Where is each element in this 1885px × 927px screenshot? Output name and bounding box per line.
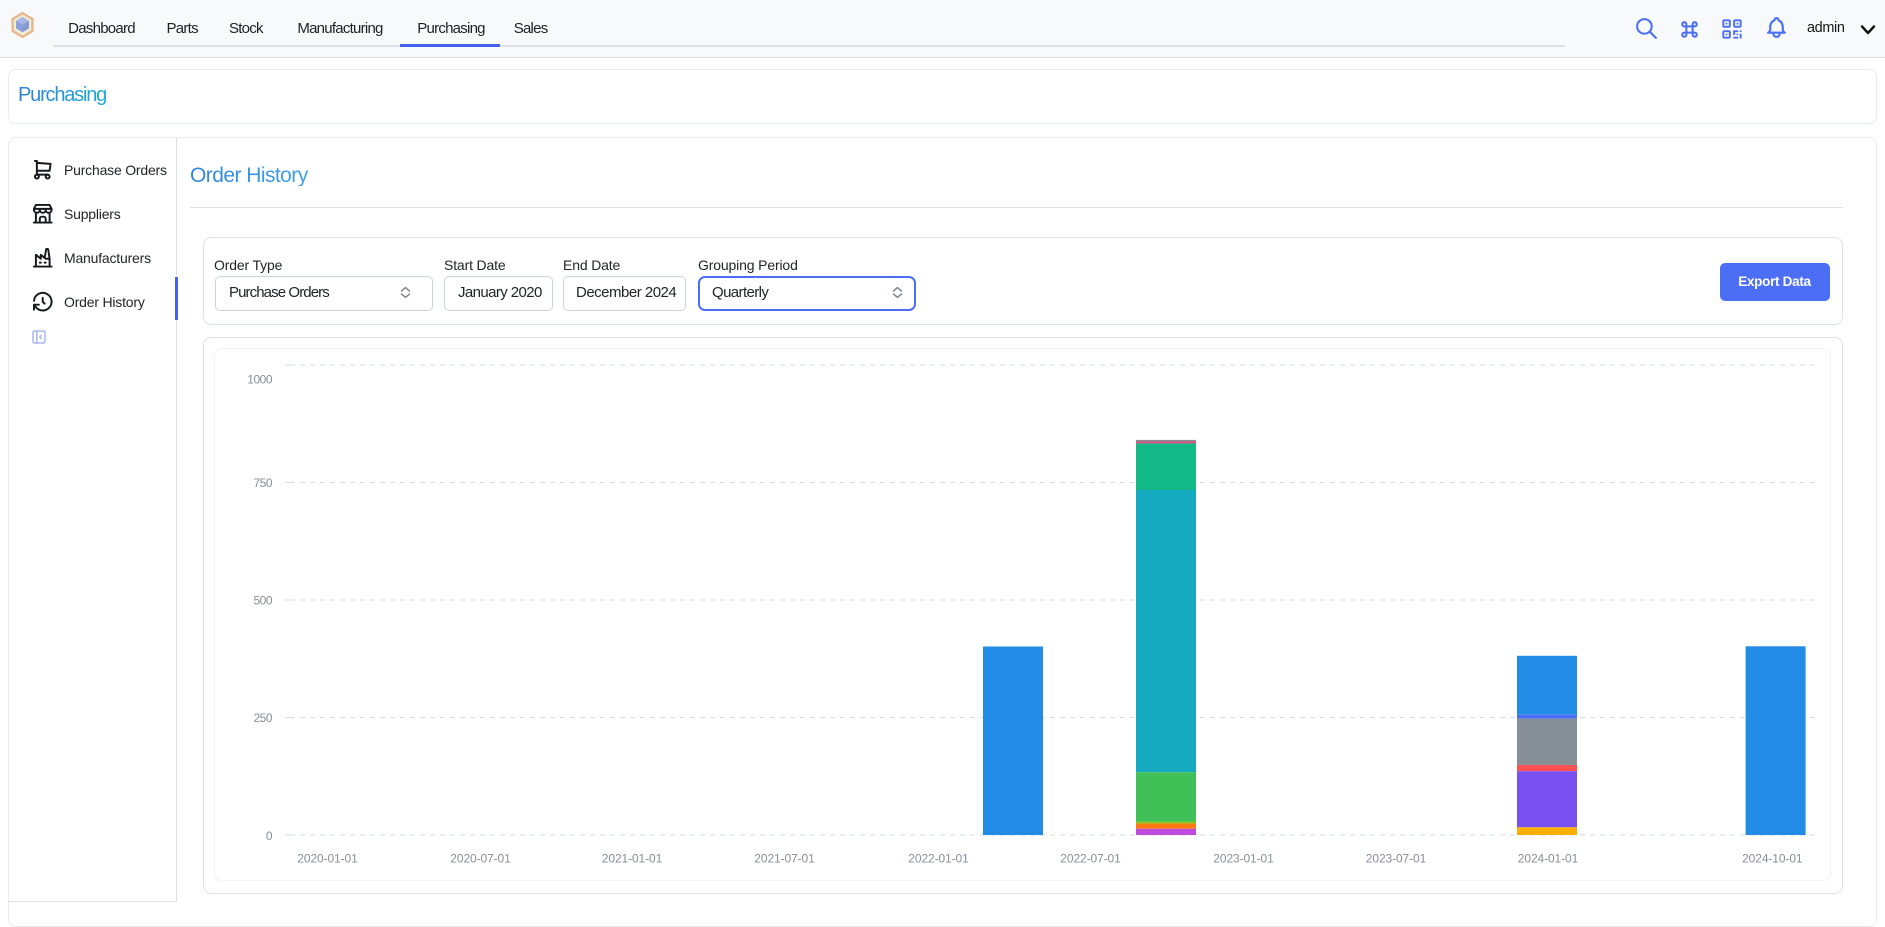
svg-text:2021-01-01: 2021-01-01 <box>602 851 663 865</box>
svg-text:0: 0 <box>266 829 273 843</box>
svg-text:2024-01-01: 2024-01-01 <box>1518 851 1579 865</box>
svg-text:500: 500 <box>253 593 272 607</box>
svg-text:2023-07-01: 2023-07-01 <box>1366 851 1427 865</box>
svg-text:2022-07-01: 2022-07-01 <box>1060 851 1121 865</box>
svg-text:2021-07-01: 2021-07-01 <box>754 851 815 865</box>
svg-text:2020-07-01: 2020-07-01 <box>450 851 511 865</box>
svg-text:750: 750 <box>253 476 272 490</box>
svg-text:2024-10-01: 2024-10-01 <box>1742 851 1803 865</box>
svg-text:2022-01-01: 2022-01-01 <box>908 851 969 865</box>
svg-text:1000: 1000 <box>247 372 273 386</box>
svg-text:2020-01-01: 2020-01-01 <box>297 851 358 865</box>
svg-text:2023-01-01: 2023-01-01 <box>1213 851 1274 865</box>
svg-text:250: 250 <box>253 711 272 725</box>
